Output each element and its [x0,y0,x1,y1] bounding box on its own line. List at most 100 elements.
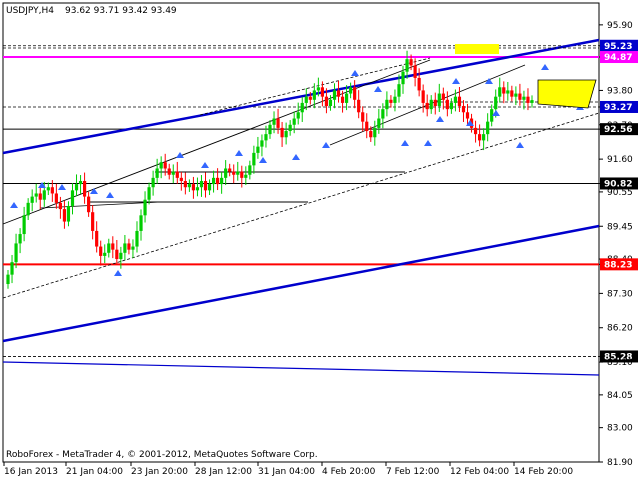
candle-body [220,177,224,185]
x-tick-label: 31 Jan 04:00 [258,467,315,477]
candle-body [191,184,196,191]
candle-body [324,96,329,107]
y-tick-label: 85.10 [607,358,633,368]
candle-body [312,90,316,100]
candle-body [349,87,353,94]
candle-body [123,243,127,253]
candle-body [340,96,345,103]
candle-body [389,99,393,103]
candle-body [171,171,175,175]
candle-body [510,90,514,97]
candle-body [522,96,526,100]
candle-body [14,243,18,263]
candle-body [417,77,421,91]
candle-body [95,230,99,247]
y-tick-label: 81.90 [607,458,633,468]
candle-body [236,171,240,175]
candle-body [526,96,530,103]
candle-body [252,152,256,166]
candle-body [30,196,34,203]
candle-body [199,180,204,188]
candle-body [127,243,131,250]
y-level-label: 92.56 [604,125,632,135]
candle-body [147,187,151,200]
candle-body [224,168,228,178]
candle-body [514,93,518,97]
candle-body [91,212,95,231]
candle-body [135,230,139,247]
candle-body [361,112,365,122]
x-axis: 16 Jan 2013 21 Jan 04:00 23 Jan 20:00 28 Ja… [3,462,573,477]
candle-body [397,84,401,97]
candle-body [46,187,50,191]
candle-body [280,127,284,138]
candle-body [159,162,163,169]
candle-body [308,96,312,100]
candle-body [369,131,373,138]
candle-body [203,180,208,191]
candle-body [66,205,71,222]
candle-body [115,249,119,260]
candle-body [365,121,369,132]
candle-body [62,209,67,222]
candle-body [131,246,135,250]
candle-body [78,180,83,185]
candle-body [244,174,248,178]
candle-body [413,65,417,78]
candle-body [506,90,510,94]
x-tick-label: 4 Feb 20:00 [322,467,376,477]
candle-body [449,102,453,110]
candle-body [473,127,478,135]
candle-body [248,165,252,175]
y-tick-label: 87.30 [607,289,633,299]
candle-body [486,121,490,135]
candle-body [377,118,381,128]
candle-body [228,168,232,172]
candle-body [82,180,87,197]
candle-body [42,190,46,200]
candle-body [482,134,486,141]
candle-body [288,124,292,132]
candle-body [284,131,288,138]
candle-body [240,171,244,178]
candle-body [332,90,337,100]
x-tick-label: 7 Feb 12:00 [386,467,440,477]
candle-body [457,96,462,107]
candle-body [401,71,405,85]
x-tick-label: 14 Feb 20:00 [514,467,573,477]
candle-body [143,199,147,216]
candle-body [38,193,42,200]
candle-body [276,118,280,128]
candle-body [296,112,300,119]
candle-body [373,127,377,138]
x-tick-label: 12 Feb 04:00 [450,467,509,477]
candle-body [119,252,123,260]
candle-body [328,99,333,107]
candle-body [433,99,437,107]
candle-body [478,134,482,141]
candle-body [530,100,534,103]
candle-body [518,93,522,100]
candle-body [453,96,458,103]
candle-body [211,177,216,185]
candle-body [304,96,308,103]
target-zone-top [455,44,499,54]
candle-body [336,90,341,97]
candle-body [216,177,220,185]
y-tick-label: 93.80 [607,86,633,96]
candle-body [421,90,425,103]
candle-body [26,202,30,216]
candle-body [50,187,54,194]
y-tick-label: 89.45 [607,222,633,232]
y-tick-label: 83.00 [607,424,633,434]
candle-body [264,134,268,141]
candle-body [195,187,200,191]
candle-body [175,171,179,178]
candle-body [268,124,272,135]
candle-body [58,202,62,210]
candle-body [70,190,75,206]
candle-body [300,102,304,113]
candle-body [22,215,26,235]
candle-body [111,243,115,250]
candle-body [461,106,466,113]
